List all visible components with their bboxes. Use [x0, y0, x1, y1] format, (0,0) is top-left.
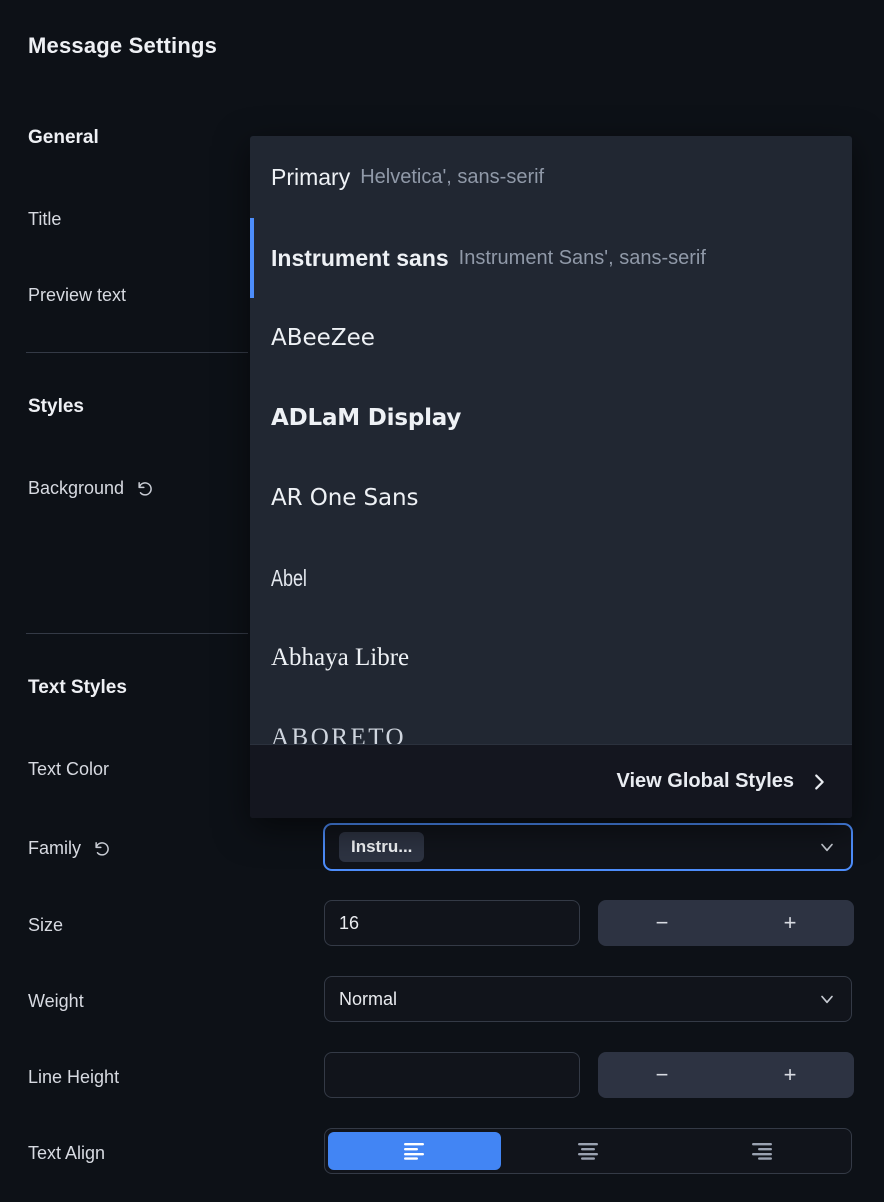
- weight-select[interactable]: Normal: [324, 976, 852, 1022]
- font-option-name: ABeeZee: [271, 325, 375, 351]
- family-control-row: Instru...: [324, 824, 852, 870]
- line-height-decrement-button[interactable]: −: [622, 1052, 702, 1098]
- chevron-right-icon: [808, 771, 830, 793]
- row-label-background: Background: [28, 478, 154, 499]
- font-option-list[interactable]: Primary Helvetica', sans-serif Instrumen…: [250, 136, 852, 744]
- font-family-dropdown: Primary Helvetica', sans-serif Instrumen…: [250, 136, 852, 818]
- row-label-title-text: Title: [28, 209, 62, 229]
- weight-value: Normal: [339, 988, 398, 1009]
- line-height-control-row: − +: [324, 1052, 854, 1098]
- size-increment-button[interactable]: +: [750, 900, 830, 946]
- row-label-text-color-text: Text Color: [28, 759, 110, 779]
- row-label-size: Size: [28, 915, 63, 936]
- row-label-text-align: Text Align: [28, 1143, 105, 1164]
- font-option-name: Instrument sans: [271, 244, 449, 271]
- font-option-name: ADLaM Display: [271, 405, 462, 431]
- row-label-line-height: Line Height: [28, 1067, 119, 1088]
- font-option-abhaya-libre[interactable]: Abhaya Libre: [250, 618, 852, 698]
- line-height-increment-button[interactable]: +: [750, 1052, 830, 1098]
- row-label-background-text: Background: [28, 478, 125, 498]
- text-align-control-row: [324, 1128, 852, 1174]
- row-label-text-align-text: Text Align: [28, 1143, 106, 1163]
- font-option-name: Abhaya Libre: [271, 644, 410, 671]
- divider-general-styles: [26, 352, 248, 353]
- font-option-name: AR One Sans: [271, 485, 419, 511]
- view-global-styles-button[interactable]: View Global Styles: [250, 744, 852, 818]
- family-select[interactable]: Instru...: [324, 824, 852, 870]
- size-input[interactable]: 16: [324, 900, 580, 946]
- row-label-weight: Weight: [28, 991, 84, 1012]
- row-label-preview-text-text: Preview text: [28, 285, 127, 305]
- size-stepper: − +: [598, 900, 854, 946]
- font-option-aboreto[interactable]: ABORETO: [250, 698, 852, 744]
- line-height-input[interactable]: [324, 1052, 580, 1098]
- font-option-name: ABORETO: [271, 724, 407, 744]
- font-option-instrument-sans[interactable]: Instrument sans Instrument Sans', sans-s…: [250, 218, 852, 298]
- row-label-line-height-text: Line Height: [28, 1067, 120, 1087]
- align-center-icon[interactable]: [501, 1132, 674, 1170]
- page-title: Message Settings: [28, 33, 218, 58]
- font-option-primary[interactable]: Primary Helvetica', sans-serif: [250, 136, 852, 218]
- row-label-preview-text: Preview text: [28, 285, 126, 306]
- row-label-size-text: Size: [28, 915, 64, 935]
- size-decrement-button[interactable]: −: [622, 900, 702, 946]
- font-option-abel[interactable]: Abel: [250, 538, 852, 618]
- section-heading-styles: Styles: [28, 396, 84, 417]
- reset-icon[interactable]: [136, 480, 154, 498]
- weight-control-row: Normal: [324, 976, 852, 1022]
- row-label-title: Title: [28, 209, 61, 230]
- font-option-stack: Instrument Sans', sans-serif: [458, 246, 706, 269]
- family-selected-chip[interactable]: Instru...: [339, 831, 425, 863]
- font-option-name: Primary: [271, 163, 351, 190]
- view-global-styles-label: View Global Styles: [616, 770, 794, 792]
- section-heading-text-styles: Text Styles: [28, 677, 127, 698]
- size-control-row: 16 − +: [324, 900, 854, 946]
- chevron-down-icon: [817, 989, 837, 1009]
- text-align-segmented-control: [324, 1128, 852, 1174]
- row-label-text-color: Text Color: [28, 759, 109, 780]
- row-label-family-text: Family: [28, 838, 81, 858]
- reset-icon[interactable]: [93, 840, 111, 858]
- align-left-icon[interactable]: [328, 1132, 502, 1170]
- font-option-ar-one-sans[interactable]: AR One Sans: [250, 458, 852, 538]
- divider-styles-textstyles: [26, 633, 248, 634]
- font-option-name: Abel: [271, 564, 307, 591]
- row-label-weight-text: Weight: [28, 991, 84, 1011]
- align-right-icon[interactable]: [675, 1132, 848, 1170]
- message-settings-panel: Message Settings General Title Preview t…: [0, 0, 884, 1202]
- font-option-stack: Helvetica', sans-serif: [360, 165, 545, 188]
- font-option-adlam-display[interactable]: ADLaM Display: [250, 378, 852, 458]
- size-value: 16: [339, 912, 360, 933]
- chevron-down-icon: [817, 837, 837, 857]
- row-label-family: Family: [28, 838, 111, 859]
- line-height-stepper: − +: [598, 1052, 854, 1098]
- font-option-abeezee[interactable]: ABeeZee: [250, 298, 852, 378]
- section-heading-general: General: [28, 127, 99, 148]
